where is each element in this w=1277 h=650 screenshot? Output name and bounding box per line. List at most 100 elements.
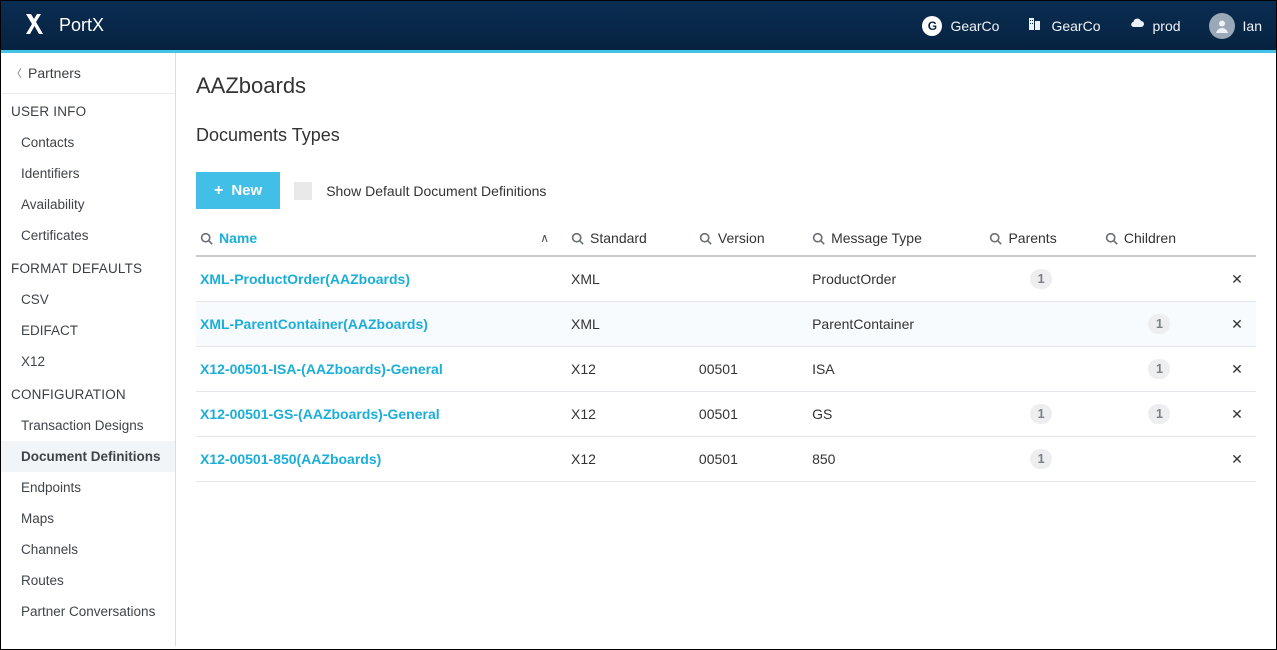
sidebar-section-title: USER INFO — [1, 94, 175, 127]
row-standard: X12 — [567, 347, 695, 392]
org-name-label-2: GearCo — [1051, 18, 1100, 34]
delete-row-button[interactable]: ✕ — [1222, 256, 1256, 302]
search-icon — [1105, 232, 1118, 245]
column-label: Standard — [590, 230, 647, 246]
row-children — [1101, 437, 1222, 482]
row-message-type: ProductOrder — [808, 256, 985, 302]
sidebar-item[interactable]: Transaction Designs — [1, 410, 175, 441]
search-icon — [699, 232, 712, 245]
count-badge: 1 — [1148, 359, 1170, 379]
column-header[interactable]: Version — [695, 221, 808, 256]
row-name-link[interactable]: XML-ParentContainer(AAZboards) — [200, 316, 428, 332]
row-parents: 1 — [985, 437, 1100, 482]
row-version: 00501 — [695, 347, 808, 392]
sidebar-item[interactable]: Routes — [1, 565, 175, 596]
column-label: Parents — [1008, 230, 1056, 246]
row-message-type: GS — [808, 392, 985, 437]
header-org-secondary[interactable]: GearCo — [1027, 16, 1100, 35]
search-icon — [200, 232, 213, 245]
column-header[interactable]: Message Type — [808, 221, 985, 256]
delete-row-button[interactable]: ✕ — [1222, 392, 1256, 437]
table-row: X12-00501-ISA-(AAZboards)-General X120050… — [196, 347, 1256, 392]
table-row: XML-ParentContainer(AAZboards)XMLParentC… — [196, 302, 1256, 347]
header-org-primary[interactable]: G GearCo — [922, 16, 999, 36]
sidebar-section-title: CONFIGURATION — [1, 377, 175, 410]
row-message-type: ISA — [808, 347, 985, 392]
row-name-link[interactable]: X12-00501-GS-(AAZboards)-General — [200, 406, 440, 422]
avatar-icon — [1209, 13, 1235, 39]
app-name: PortX — [59, 15, 104, 36]
row-version: 00501 — [695, 392, 808, 437]
count-badge: 1 — [1148, 314, 1170, 334]
sidebar-section-title: FORMAT DEFAULTS — [1, 251, 175, 284]
column-label: Children — [1124, 230, 1176, 246]
toolbar: + New Show Default Document Definitions — [196, 172, 1256, 209]
column-label: Message Type — [831, 230, 922, 246]
column-header-delete — [1222, 221, 1256, 256]
sidebar-item[interactable]: EDIFACT — [1, 315, 175, 346]
new-button[interactable]: + New — [196, 172, 280, 209]
sidebar-item[interactable]: Certificates — [1, 220, 175, 251]
sidebar-back-label: Partners — [28, 65, 81, 81]
sidebar-item[interactable]: Identifiers — [1, 158, 175, 189]
sidebar-item[interactable]: CSV — [1, 284, 175, 315]
new-button-label: New — [231, 182, 262, 199]
table-row: XML-ProductOrder(AAZboards) XML ProductOrd… — [196, 256, 1256, 302]
show-defaults-label: Show Default Document Definitions — [326, 183, 546, 199]
sidebar: 〈 Partners USER INFOContactsIdentifiersA… — [1, 53, 176, 646]
show-defaults-checkbox[interactable] — [294, 182, 312, 200]
column-header[interactable]: Parents — [985, 221, 1100, 256]
org-badge-icon: G — [922, 16, 942, 36]
sidebar-item[interactable]: Channels — [1, 534, 175, 565]
document-definitions-table: Name ∧ Standard Version Message Type Parents C… — [196, 221, 1256, 482]
row-parents: 1 — [985, 256, 1100, 302]
row-version — [695, 256, 808, 302]
sidebar-item[interactable]: Availability — [1, 189, 175, 220]
logo-wrap: PortX — [21, 12, 104, 39]
row-children: 1 — [1101, 392, 1222, 437]
sort-asc-icon: ∧ — [540, 231, 559, 245]
column-label: Name — [219, 230, 257, 246]
row-name-link[interactable]: X12-00501-850(AAZboards) — [200, 451, 381, 467]
main-content: AAZboards Documents Types + New Show Def… — [176, 53, 1276, 646]
row-name-link[interactable]: X12-00501-ISA-(AAZboards)-General — [200, 361, 443, 377]
search-icon — [571, 232, 584, 245]
sidebar-item[interactable]: Maps — [1, 503, 175, 534]
row-children: 1 — [1101, 302, 1222, 347]
delete-row-button[interactable]: ✕ — [1222, 437, 1256, 482]
count-badge: 1 — [1030, 404, 1052, 424]
row-children — [1101, 256, 1222, 302]
header-environment[interactable]: prod — [1129, 16, 1181, 35]
row-standard: X12 — [567, 392, 695, 437]
row-parents — [985, 347, 1100, 392]
count-badge: 1 — [1030, 449, 1052, 469]
sidebar-item[interactable]: X12 — [1, 346, 175, 377]
delete-row-button[interactable]: ✕ — [1222, 302, 1256, 347]
row-message-type: 850 — [808, 437, 985, 482]
section-title: Documents Types — [196, 125, 1256, 146]
header-user[interactable]: Ian — [1209, 13, 1262, 39]
row-children: 1 — [1101, 347, 1222, 392]
column-header[interactable]: Standard — [567, 221, 695, 256]
row-parents — [985, 302, 1100, 347]
row-name-link[interactable]: XML-ProductOrder(AAZboards) — [200, 271, 410, 287]
count-badge: 1 — [1148, 404, 1170, 424]
sidebar-item[interactable]: Document Definitions — [1, 441, 175, 472]
app-header: PortX G GearCo GearCo prod Ian — [1, 1, 1276, 53]
org-name-label-1: GearCo — [950, 18, 999, 34]
delete-row-button[interactable]: ✕ — [1222, 347, 1256, 392]
sidebar-item[interactable]: Endpoints — [1, 472, 175, 503]
building-icon — [1027, 16, 1043, 35]
column-header[interactable]: Children — [1101, 221, 1222, 256]
sidebar-back-partners[interactable]: 〈 Partners — [1, 53, 175, 94]
plus-icon: + — [214, 183, 223, 199]
search-icon — [989, 232, 1002, 245]
user-name-label: Ian — [1243, 18, 1262, 34]
row-standard: XML — [567, 256, 695, 302]
column-header[interactable]: Name ∧ — [196, 221, 567, 256]
cloud-icon — [1129, 16, 1145, 35]
search-icon — [812, 232, 825, 245]
sidebar-item[interactable]: Contacts — [1, 127, 175, 158]
sidebar-item[interactable]: Partner Conversations — [1, 596, 175, 627]
app-logo-icon — [21, 12, 45, 39]
